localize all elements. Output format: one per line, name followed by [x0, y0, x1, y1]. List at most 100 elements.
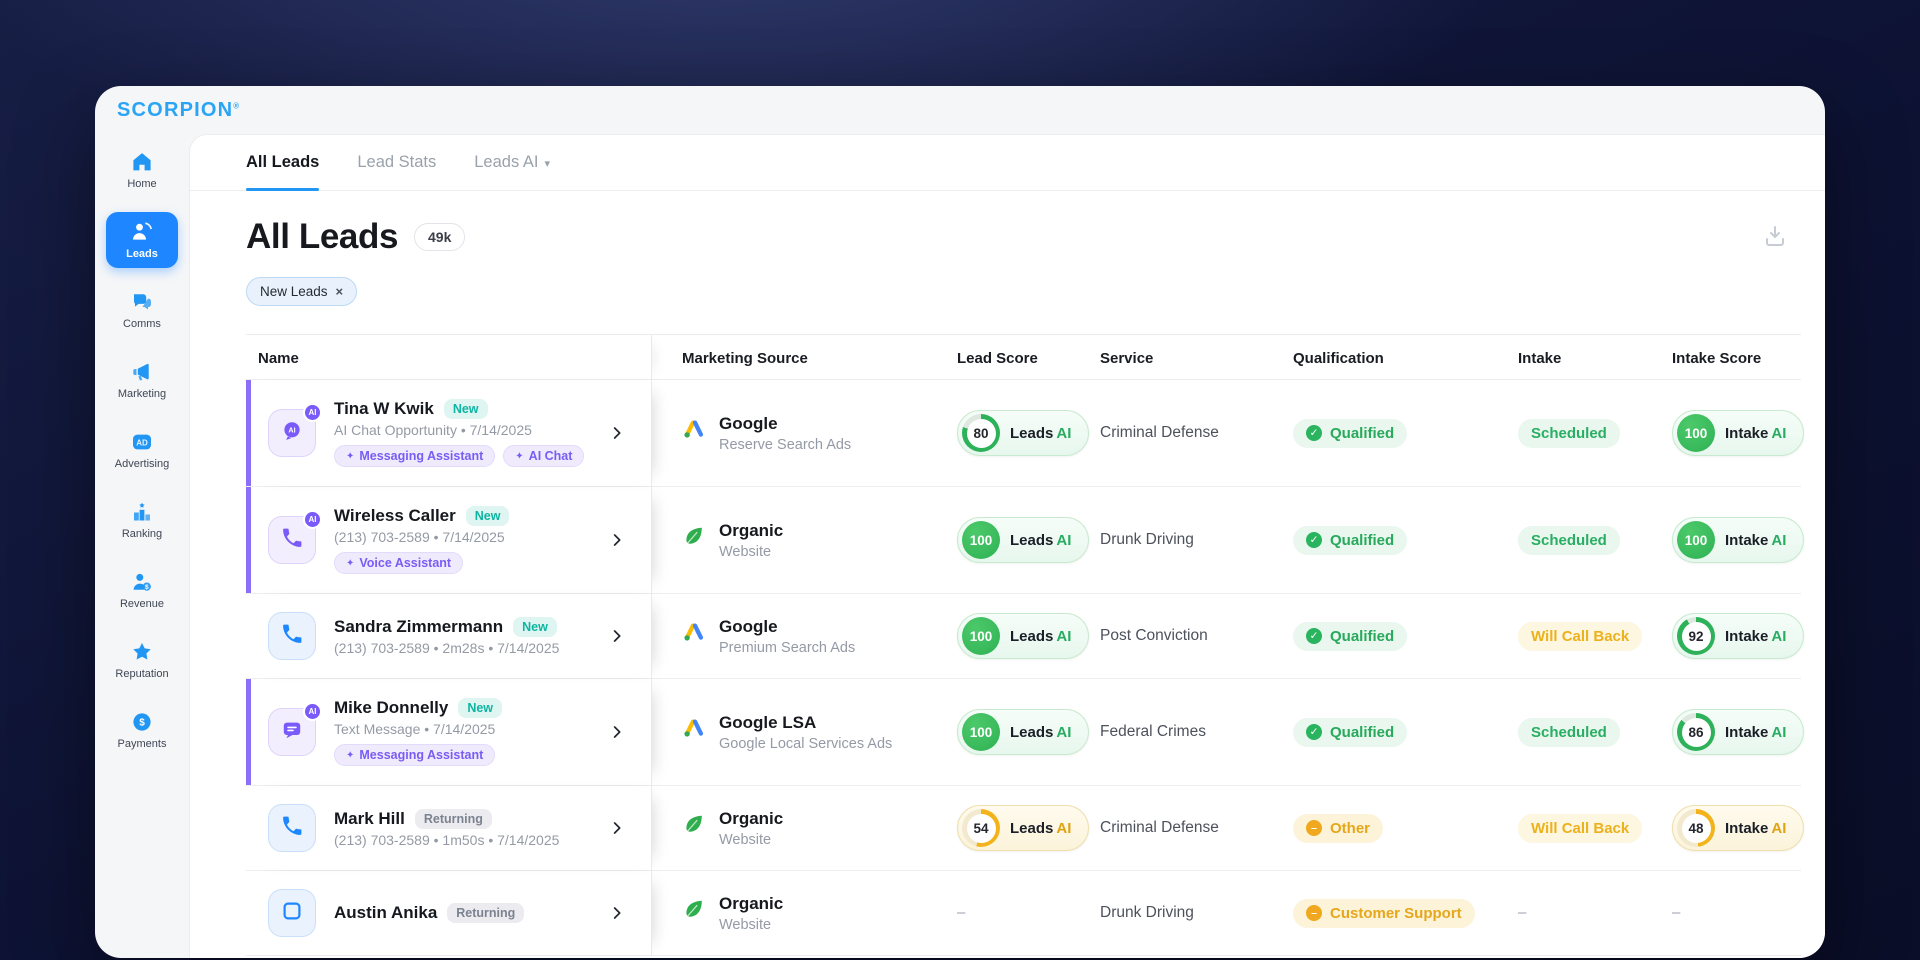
- intake-ai-score-pill[interactable]: 86IntakeAI: [1672, 709, 1804, 755]
- phone-icon: [280, 814, 304, 843]
- sidebar-item-comms[interactable]: Comms: [106, 282, 178, 338]
- name-cell: AIMike DonnellyNewText Message • 7/14/20…: [246, 679, 652, 785]
- marketing-source-cell: OrganicWebsite: [652, 809, 927, 848]
- qualification-badge: ✓Qualified: [1293, 622, 1407, 651]
- qualification-label: Customer Support: [1330, 905, 1462, 922]
- lead-subtitle: AI Chat Opportunity • 7/14/2025: [334, 422, 591, 438]
- sidebar-item-payments[interactable]: $Payments: [106, 702, 178, 758]
- comms-icon: [130, 290, 154, 314]
- sidebar-item-marketing[interactable]: Marketing: [106, 352, 178, 408]
- home-icon: [130, 150, 154, 174]
- phone-icon: [280, 622, 304, 651]
- score-circle: 100: [962, 617, 1000, 655]
- sidebar-item-ranking[interactable]: Ranking: [106, 492, 178, 548]
- qualification-badge: –Customer Support: [1293, 899, 1475, 928]
- message-icon: [280, 718, 304, 747]
- download-icon[interactable]: [1763, 224, 1789, 250]
- column-header-name: Name: [246, 335, 652, 381]
- tab-all-leads[interactable]: All Leads: [246, 135, 319, 190]
- source-subtitle: Google Local Services Ads: [719, 736, 892, 752]
- sidebar-item-reputation[interactable]: Reputation: [106, 632, 178, 688]
- chevron-right-icon[interactable]: [609, 905, 625, 921]
- service-cell: Criminal Defense: [1070, 424, 1263, 442]
- lead-row[interactable]: AIMike DonnellyNewText Message • 7/14/20…: [246, 679, 1801, 786]
- chevron-right-icon[interactable]: [609, 724, 625, 740]
- qualification-cell: ✓Qualified: [1263, 419, 1488, 448]
- check-circle-icon: ✓: [1306, 532, 1322, 548]
- sidebar-item-leads[interactable]: Leads: [106, 212, 178, 268]
- qualification-label: Qualified: [1330, 532, 1394, 549]
- sidebar: Home Leads Comms Marketing ADAdvertising Rank…: [95, 134, 189, 958]
- intake-ai-score-pill[interactable]: 100 IntakeAI: [1672, 517, 1804, 563]
- sidebar-item-label: Home: [127, 178, 156, 190]
- leads-icon: [130, 220, 154, 244]
- chevron-right-icon[interactable]: [609, 425, 625, 441]
- lead-row[interactable]: AIWireless CallerNew(213) 703-2589 • 7/1…: [246, 487, 1801, 594]
- column-header-intake-score: Intake Score: [1642, 350, 1801, 367]
- svg-text:AD: AD: [136, 439, 148, 448]
- lead-row[interactable]: AIAITina W KwikNewAI Chat Opportunity • …: [246, 380, 1801, 487]
- lead-avatar: [268, 612, 316, 660]
- tab-label: Leads AI: [474, 153, 538, 172]
- table-header-row: NameMarketing SourceLead ScoreServiceQua…: [246, 334, 1801, 380]
- source-subtitle: Reserve Search Ads: [719, 437, 851, 453]
- intake-status-badge: Will Call Back: [1518, 814, 1642, 843]
- sparkle-icon: ✦: [515, 451, 523, 462]
- sidebar-item-revenue[interactable]: $Revenue: [106, 562, 178, 618]
- lead-name: Mark Hill: [334, 809, 405, 829]
- ai-tag-messaging-assistant: ✦Messaging Assistant: [334, 744, 495, 766]
- intake-score-cell: 92IntakeAI: [1642, 613, 1801, 659]
- score-circle: 54: [962, 809, 1000, 847]
- ai-tag-ai-chat: ✦AI Chat: [503, 445, 584, 467]
- qualification-badge: ✓Qualified: [1293, 419, 1407, 448]
- tab-label: Lead Stats: [357, 153, 436, 172]
- lead-count-badge: 49k: [414, 223, 465, 251]
- intake-ai-score-pill[interactable]: 100IntakeAI: [1672, 410, 1804, 456]
- empty-score: –: [1672, 904, 1680, 921]
- chevron-right-icon[interactable]: [609, 532, 625, 548]
- score-label: IntakeAI: [1725, 532, 1786, 549]
- chevron-right-icon[interactable]: [609, 820, 625, 836]
- score-circle: 100: [1677, 521, 1715, 559]
- sidebar-item-label: Reputation: [115, 668, 168, 680]
- name-cell: Sandra ZimmermannNew(213) 703-2589 • 2m2…: [246, 594, 652, 678]
- intake-ai-score-pill[interactable]: 92IntakeAI: [1672, 613, 1804, 659]
- sidebar-item-label: Comms: [123, 318, 161, 330]
- name-cell: Mark HillReturning(213) 703-2589 • 1m50s…: [246, 786, 652, 870]
- intake-ai-score-pill[interactable]: 48IntakeAI: [1672, 805, 1804, 851]
- tab-leads-ai[interactable]: Leads AI▾: [474, 135, 550, 190]
- score-circle: 100: [1677, 414, 1715, 452]
- svg-text:$: $: [145, 584, 149, 591]
- score-label: LeadsAI: [1010, 532, 1071, 549]
- marketing-source-cell: OrganicWebsite: [652, 521, 927, 560]
- lead-name: Wireless Caller: [334, 506, 456, 526]
- close-icon[interactable]: ×: [336, 284, 344, 299]
- qualification-cell: ✓Qualified: [1263, 718, 1488, 747]
- tab-lead-stats[interactable]: Lead Stats: [357, 135, 436, 190]
- marketing-source-cell: GoogleReserve Search Ads: [652, 414, 927, 453]
- google-ads-icon: [682, 417, 706, 441]
- sidebar-item-home[interactable]: Home: [106, 142, 178, 198]
- source-title: Google LSA: [719, 713, 892, 733]
- qualification-cell: ✓Qualified: [1263, 622, 1488, 651]
- lead-row[interactable]: Austin AnikaReturningOrganicWebsite–Drun…: [246, 871, 1801, 956]
- minus-circle-icon: –: [1306, 820, 1322, 836]
- check-circle-icon: ✓: [1306, 628, 1322, 644]
- lead-avatar: [268, 804, 316, 852]
- lead-row[interactable]: Sandra ZimmermannNew(213) 703-2589 • 2m2…: [246, 594, 1801, 679]
- tab-label: All Leads: [246, 153, 319, 172]
- lead-score-cell: 100LeadsAI: [927, 709, 1070, 755]
- form-icon: [280, 899, 304, 928]
- intake-cell: –: [1488, 904, 1642, 922]
- page-header: All Leads 49k: [190, 191, 1825, 257]
- score-circle: 92: [1677, 617, 1715, 655]
- status-badge: New: [458, 698, 502, 718]
- intake-cell: Scheduled: [1488, 419, 1642, 448]
- chevron-right-icon[interactable]: [609, 628, 625, 644]
- filter-chip-new-leads[interactable]: New Leads ×: [246, 277, 357, 306]
- score-label: IntakeAI: [1725, 724, 1786, 741]
- svg-text:$: $: [139, 717, 145, 728]
- column-header-lead-score: Lead Score: [927, 350, 1070, 367]
- lead-row[interactable]: Mark HillReturning(213) 703-2589 • 1m50s…: [246, 786, 1801, 871]
- sidebar-item-advertising[interactable]: ADAdvertising: [106, 422, 178, 478]
